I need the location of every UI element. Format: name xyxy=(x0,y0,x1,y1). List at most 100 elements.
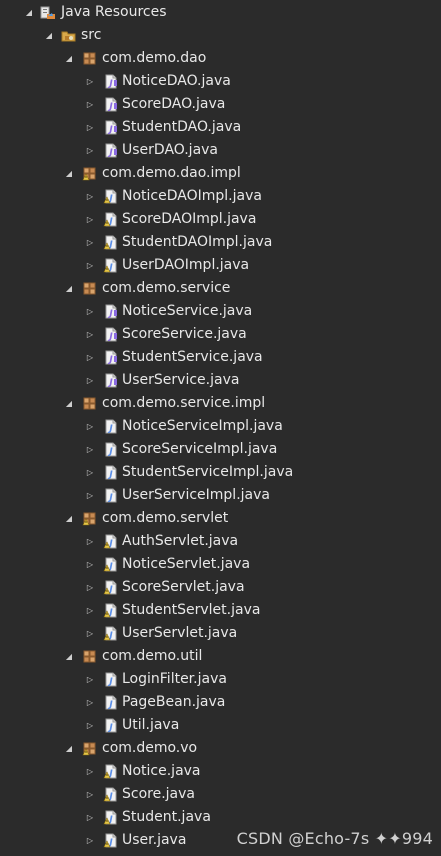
collapsed-arrow-icon[interactable]: ▷ xyxy=(85,691,95,714)
tree-node-package[interactable]: ◢ com.demo.util xyxy=(0,645,441,668)
expanded-arrow-icon[interactable]: ◢ xyxy=(64,47,74,70)
tree-node-label: NoticeServiceImpl.java xyxy=(122,418,283,434)
tree-node-file[interactable]: ▷ J UserServiceImpl.java xyxy=(0,484,441,507)
collapsed-arrow-icon[interactable]: ▷ xyxy=(85,783,95,806)
collapsed-arrow-icon[interactable]: ▷ xyxy=(85,461,95,484)
collapsed-arrow-icon[interactable]: ▷ xyxy=(85,139,95,162)
tree-node-file[interactable]: ▷ J UserServlet.java xyxy=(0,622,441,645)
source-folder-icon xyxy=(61,28,77,43)
java-class-file-warning-icon: J xyxy=(103,258,119,273)
tree-node-file[interactable]: ▷ J StudentDAOImpl.java xyxy=(0,231,441,254)
tree-node-file[interactable]: ▷ J StudentService.java xyxy=(0,346,441,369)
collapsed-arrow-icon[interactable]: ▷ xyxy=(85,93,95,116)
tree-node-package[interactable]: ◢ com.demo.vo xyxy=(0,737,441,760)
collapsed-arrow-icon[interactable]: ▷ xyxy=(85,346,95,369)
tree-node-package[interactable]: ◢ com.demo.dao xyxy=(0,47,441,70)
tree-node-file[interactable]: ▷ J NoticeDAO.java xyxy=(0,70,441,93)
tree-node-file[interactable]: ▷ J ScoreDAO.java xyxy=(0,93,441,116)
java-class-file-icon: J xyxy=(103,672,119,687)
tree-node-file[interactable]: ▷ J AuthServlet.java xyxy=(0,530,441,553)
collapsed-arrow-icon[interactable]: ▷ xyxy=(85,829,95,852)
tree-node-label: ScoreServiceImpl.java xyxy=(122,441,278,457)
tree-node-label: NoticeDAOImpl.java xyxy=(122,188,262,204)
collapsed-arrow-icon[interactable]: ▷ xyxy=(85,300,95,323)
expanded-arrow-icon[interactable]: ◢ xyxy=(64,277,74,300)
tree-node-file[interactable]: ▷ J NoticeServiceImpl.java xyxy=(0,415,441,438)
collapsed-arrow-icon[interactable]: ▷ xyxy=(85,70,95,93)
tree-node-file[interactable]: ▷ J NoticeServlet.java xyxy=(0,553,441,576)
expanded-arrow-icon[interactable]: ◢ xyxy=(24,1,34,24)
java-interface-file-icon: J xyxy=(103,304,119,319)
package-warning-icon xyxy=(82,741,98,756)
tree-node-file[interactable]: ▷ J NoticeDAOImpl.java xyxy=(0,185,441,208)
java-class-file-warning-icon: J xyxy=(103,189,119,204)
tree-node-file[interactable]: ▷ J ScoreService.java xyxy=(0,323,441,346)
java-class-file-warning-icon: J xyxy=(103,810,119,825)
tree-node-file[interactable]: ▷ J ScoreServiceImpl.java xyxy=(0,438,441,461)
expanded-arrow-icon[interactable]: ◢ xyxy=(44,24,54,47)
tree-node-file[interactable]: ▷ J ScoreServlet.java xyxy=(0,576,441,599)
tree-node-file[interactable]: ▷ J Score.java xyxy=(0,783,441,806)
java-interface-file-icon: J xyxy=(103,143,119,158)
expanded-arrow-icon[interactable]: ◢ xyxy=(64,162,74,185)
tree-node-file[interactable]: ▷ J LoginFilter.java xyxy=(0,668,441,691)
tree-node-label: com.demo.dao xyxy=(102,50,207,66)
tree-node-file[interactable]: ▷ J StudentServiceImpl.java xyxy=(0,461,441,484)
tree-node-file[interactable]: ▷ J UserDAO.java xyxy=(0,139,441,162)
java-class-file-warning-icon: J xyxy=(103,534,119,549)
java-class-file-icon: J xyxy=(103,695,119,710)
collapsed-arrow-icon[interactable]: ▷ xyxy=(85,415,95,438)
collapsed-arrow-icon[interactable]: ▷ xyxy=(85,714,95,737)
collapsed-arrow-icon[interactable]: ▷ xyxy=(85,254,95,277)
collapsed-arrow-icon[interactable]: ▷ xyxy=(85,484,95,507)
tree-node-file[interactable]: ▷ J UserDAOImpl.java xyxy=(0,254,441,277)
tree-node-package[interactable]: ◢ com.demo.servlet xyxy=(0,507,441,530)
collapsed-arrow-icon[interactable]: ▷ xyxy=(85,369,95,392)
collapsed-arrow-icon[interactable]: ▷ xyxy=(85,530,95,553)
tree-node-package[interactable]: ◢ com.demo.service.impl xyxy=(0,392,441,415)
java-interface-file-icon: J xyxy=(103,327,119,342)
tree-node-file[interactable]: ▷ J Student.java xyxy=(0,806,441,829)
tree-node-label: com.demo.service.impl xyxy=(102,395,266,411)
expanded-arrow-icon[interactable]: ◢ xyxy=(64,507,74,530)
collapsed-arrow-icon[interactable]: ▷ xyxy=(85,668,95,691)
tree-node-package[interactable]: ◢ com.demo.dao.impl xyxy=(0,162,441,185)
package-icon xyxy=(82,281,98,296)
collapsed-arrow-icon[interactable]: ▷ xyxy=(85,185,95,208)
tree-node-file[interactable]: ▷ J StudentServlet.java xyxy=(0,599,441,622)
tree-node-java-resources[interactable]: ◢ Java Resources xyxy=(0,1,441,24)
collapsed-arrow-icon[interactable]: ▷ xyxy=(85,622,95,645)
collapsed-arrow-icon[interactable]: ▷ xyxy=(85,208,95,231)
collapsed-arrow-icon[interactable]: ▷ xyxy=(85,438,95,461)
collapsed-arrow-icon[interactable]: ▷ xyxy=(85,116,95,139)
tree-node-file[interactable]: ▷ J UserService.java xyxy=(0,369,441,392)
tree-node-file[interactable]: ▷ J Util.java xyxy=(0,714,441,737)
tree-node-label: src xyxy=(81,27,102,43)
tree-node-file[interactable]: ▷ J PageBean.java xyxy=(0,691,441,714)
expanded-arrow-icon[interactable]: ◢ xyxy=(64,392,74,415)
tree-node-label: UserService.java xyxy=(122,372,240,388)
expanded-arrow-icon[interactable]: ◢ xyxy=(64,737,74,760)
tree-node-file[interactable]: ▷ J ScoreDAOImpl.java xyxy=(0,208,441,231)
java-class-file-warning-icon: J xyxy=(103,764,119,779)
project-explorer-tree: ◢ Java Resources ◢ src ◢ com.demo.dao ▷ J No… xyxy=(0,1,441,852)
tree-node-label: com.demo.vo xyxy=(102,740,198,756)
expanded-arrow-icon[interactable]: ◢ xyxy=(64,645,74,668)
collapsed-arrow-icon[interactable]: ▷ xyxy=(85,599,95,622)
tree-node-file[interactable]: ▷ J Notice.java xyxy=(0,760,441,783)
tree-node-label: Notice.java xyxy=(122,763,201,779)
tree-node-package[interactable]: ◢ com.demo.service xyxy=(0,277,441,300)
tree-node-label: StudentDAOImpl.java xyxy=(122,234,273,250)
collapsed-arrow-icon[interactable]: ▷ xyxy=(85,323,95,346)
java-class-file-warning-icon: J xyxy=(103,603,119,618)
collapsed-arrow-icon[interactable]: ▷ xyxy=(85,553,95,576)
collapsed-arrow-icon[interactable]: ▷ xyxy=(85,576,95,599)
tree-node-file[interactable]: ▷ J StudentDAO.java xyxy=(0,116,441,139)
tree-node-src[interactable]: ◢ src xyxy=(0,24,441,47)
tree-node-file[interactable]: ▷ J NoticeService.java xyxy=(0,300,441,323)
tree-node-label: NoticeServlet.java xyxy=(122,556,251,572)
collapsed-arrow-icon[interactable]: ▷ xyxy=(85,760,95,783)
collapsed-arrow-icon[interactable]: ▷ xyxy=(85,806,95,829)
collapsed-arrow-icon[interactable]: ▷ xyxy=(85,231,95,254)
tree-node-label: com.demo.util xyxy=(102,648,203,664)
